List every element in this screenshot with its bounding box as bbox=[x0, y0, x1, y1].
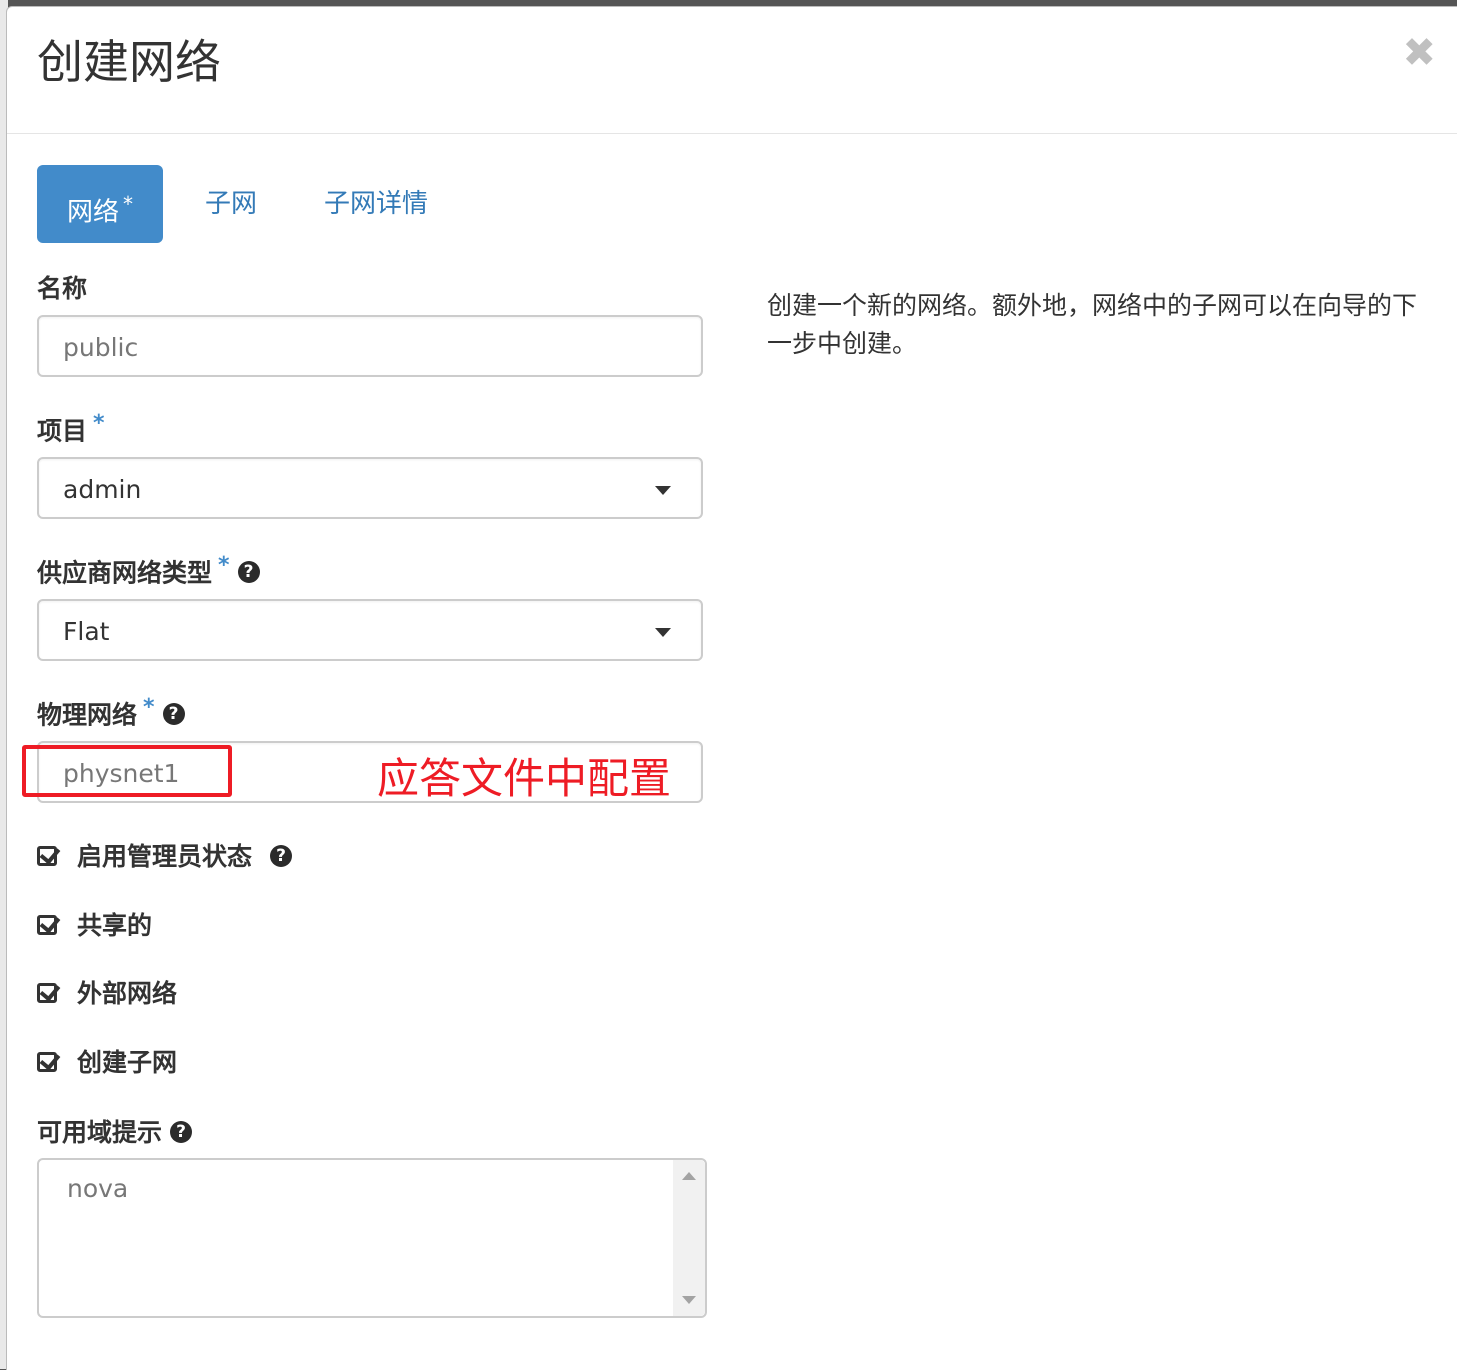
name-label-text: 名称 bbox=[37, 274, 88, 303]
network-name-input[interactable]: public bbox=[37, 315, 703, 377]
physical-network-label: 物理网络 *? bbox=[37, 695, 185, 731]
caret-down-icon bbox=[655, 628, 671, 637]
admin-state-checkbox[interactable]: 启用管理员状态? bbox=[37, 841, 293, 873]
check-square-icon[interactable] bbox=[37, 846, 57, 866]
provider-network-type-select[interactable]: Flat bbox=[37, 599, 703, 661]
project-select[interactable]: admin bbox=[37, 457, 703, 519]
scrollbar[interactable] bbox=[673, 1160, 705, 1316]
tab-subnet[interactable]: 子网 bbox=[205, 165, 257, 243]
question-circle-icon[interactable]: ? bbox=[170, 1121, 193, 1143]
availability-zone-hints-list[interactable]: nova bbox=[37, 1158, 707, 1318]
help-description: 创建一个新的网络。额外地，网络中的子网可以在向导的下一步中创建。 bbox=[767, 291, 1418, 358]
availability-zone-hints-label-text: 可用域提示 bbox=[37, 1118, 163, 1147]
admin-state-label: 启用管理员状态 bbox=[77, 842, 253, 871]
check-square-icon[interactable] bbox=[37, 1052, 57, 1072]
project-label-text: 项目 bbox=[37, 416, 88, 446]
project-select-value: admin bbox=[63, 475, 142, 504]
shared-checkbox[interactable]: 共享的 bbox=[37, 910, 152, 942]
create-network-modal: 创建网络 ✖ 网络 * 子网 子网详情 名称 public 项目 * admin 供… bbox=[6, 6, 1457, 1370]
annotation-text: 应答文件中配置 bbox=[377, 754, 672, 803]
provider-network-type-label: 供应商网络类型 *? bbox=[37, 553, 260, 589]
create-subnet-checkbox[interactable]: 创建子网 bbox=[37, 1047, 177, 1079]
tab-network[interactable]: 网络 * bbox=[37, 165, 164, 243]
availability-zone-hints-label: 可用域提示? bbox=[37, 1113, 193, 1149]
check-square-icon[interactable] bbox=[37, 983, 57, 1003]
create-subnet-label: 创建子网 bbox=[77, 1048, 178, 1077]
required-mark: * bbox=[123, 192, 134, 216]
modal-header: 创建网络 ✖ bbox=[7, 7, 1457, 134]
project-label: 项目 * bbox=[37, 411, 105, 447]
availability-zone-option[interactable]: nova bbox=[67, 1174, 128, 1203]
scroll-up-arrow-icon[interactable] bbox=[682, 1172, 696, 1180]
tab-network-label: 网络 bbox=[67, 197, 120, 228]
external-network-label: 外部网络 bbox=[77, 979, 178, 1008]
physical-network-label-text: 物理网络 bbox=[37, 700, 138, 730]
question-circle-icon[interactable]: ? bbox=[162, 703, 185, 726]
scroll-down-arrow-icon[interactable] bbox=[682, 1296, 696, 1304]
close-icon[interactable]: ✖ bbox=[1402, 33, 1436, 73]
name-label: 名称 bbox=[37, 269, 87, 305]
provider-network-type-label-text: 供应商网络类型 bbox=[37, 558, 213, 588]
required-mark: * bbox=[218, 553, 230, 578]
question-circle-icon[interactable]: ? bbox=[237, 561, 260, 584]
required-mark: * bbox=[93, 411, 105, 436]
check-square-icon[interactable] bbox=[37, 915, 57, 935]
required-mark: * bbox=[143, 695, 155, 720]
shared-label: 共享的 bbox=[77, 911, 153, 940]
tab-subnet-details[interactable]: 子网详情 bbox=[324, 165, 428, 243]
annotation-highlight-box bbox=[22, 745, 232, 797]
caret-down-icon bbox=[655, 486, 671, 495]
provider-network-type-value: Flat bbox=[63, 617, 110, 646]
question-circle-icon[interactable]: ? bbox=[270, 845, 293, 867]
modal-title: 创建网络 bbox=[37, 35, 221, 89]
external-network-checkbox[interactable]: 外部网络 bbox=[37, 978, 177, 1010]
